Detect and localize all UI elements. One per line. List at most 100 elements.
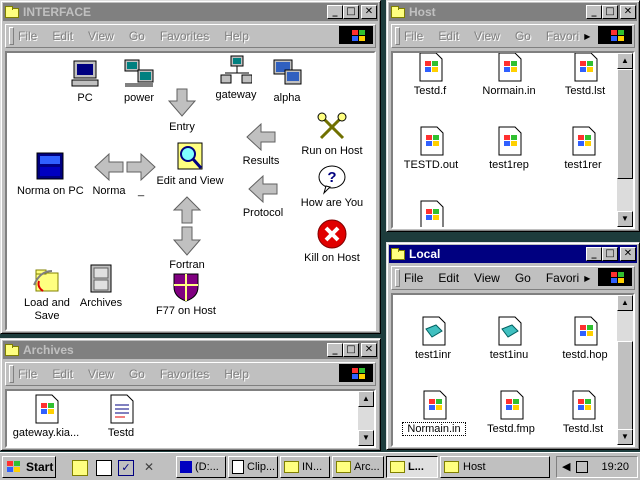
folder-transfer-icon — [33, 269, 59, 292]
file-item-selected[interactable]: Normain.in — [402, 389, 466, 436]
minimize-button[interactable]: _ — [586, 247, 602, 261]
menu-help[interactable]: Help — [224, 29, 249, 43]
scroll-down-button[interactable]: ▼ — [617, 429, 633, 445]
taskbar-item-interface[interactable]: IN... — [280, 456, 330, 478]
menu-file[interactable]: File — [18, 367, 37, 381]
archives-shortcut[interactable]: Archives — [75, 263, 127, 309]
menu-go[interactable]: Go — [129, 29, 145, 43]
maximize-button[interactable]: □ — [343, 343, 359, 357]
menu-file[interactable]: File — [404, 29, 423, 43]
file-item[interactable]: test1inu — [485, 315, 533, 361]
data-file-icon — [422, 316, 446, 346]
menu-view[interactable]: View — [88, 29, 114, 43]
file-item[interactable]: testd.hop — [557, 315, 613, 361]
taskbar-item-archives[interactable]: Arc... — [332, 456, 384, 478]
close-button[interactable]: ✕ — [620, 5, 636, 19]
protocol-shortcut[interactable]: Protocol — [237, 173, 289, 219]
gateway-shortcut[interactable]: gateway — [213, 55, 259, 101]
run-on-host-shortcut[interactable]: Run on Host — [297, 111, 367, 157]
minimize-button[interactable]: _ — [586, 5, 602, 19]
local-titlebar[interactable]: Local _ □ ✕ — [389, 245, 637, 263]
interface-titlebar[interactable]: INTERFACE _ □ ✕ — [3, 3, 378, 21]
archives-titlebar[interactable]: Archives _ □ ✕ — [3, 341, 378, 359]
file-item[interactable]: test1inr — [409, 315, 457, 361]
scroll-up-button[interactable]: ▲ — [617, 53, 633, 69]
file-item[interactable] — [415, 199, 447, 227]
file-item[interactable]: Normain.in — [479, 53, 539, 97]
maximize-button[interactable]: □ — [602, 247, 618, 261]
menu-view[interactable]: View — [474, 271, 500, 285]
edit-and-view-shortcut[interactable]: Edit and View — [155, 141, 225, 187]
close-button[interactable]: ✕ — [361, 5, 377, 19]
menu-favorites[interactable]: Favori — [546, 271, 579, 285]
taskbar-item-local[interactable]: L... — [386, 456, 438, 478]
file-item[interactable]: TESTD.out — [399, 125, 463, 171]
check-icon[interactable]: ✓ — [118, 460, 134, 476]
scroll-up-button[interactable]: ▲ — [617, 295, 633, 311]
minimize-button[interactable]: _ — [327, 343, 343, 357]
results-shortcut[interactable]: Results — [237, 121, 285, 167]
menu-favorites[interactable]: Favorites — [160, 29, 209, 43]
maximize-button[interactable]: □ — [602, 5, 618, 19]
menu-favorites[interactable]: Favori — [546, 29, 579, 43]
vertical-scrollbar[interactable]: ▲ ▼ — [617, 295, 633, 445]
menu-edit[interactable]: Edit — [52, 367, 73, 381]
file-item[interactable]: Testd.fmp — [483, 389, 539, 435]
taskbar-item-drive-d[interactable]: (D:... — [176, 456, 226, 478]
menu-edit[interactable]: Edit — [438, 271, 459, 285]
taskbar-item-clip[interactable]: Clip... — [228, 456, 278, 478]
power-shortcut[interactable]: power — [119, 58, 159, 104]
file-item[interactable]: Testd.lst — [557, 53, 613, 97]
entry-shortcut[interactable]: Entry — [162, 87, 202, 133]
network-tray-icon[interactable] — [576, 461, 588, 473]
minimize-button[interactable]: _ — [327, 5, 343, 19]
vertical-scrollbar[interactable]: ▲ ▼ — [617, 53, 633, 227]
menu-file[interactable]: File — [404, 271, 423, 285]
menu-help[interactable]: Help — [224, 367, 249, 381]
file-item[interactable]: test1rep — [481, 125, 537, 171]
scroll-thumb[interactable] — [617, 69, 633, 179]
tools-icon[interactable]: ✕ — [142, 460, 156, 474]
kill-on-host-shortcut[interactable]: Kill on Host — [299, 218, 365, 264]
menu-go[interactable]: Go — [515, 29, 531, 43]
clock[interactable]: 19:20 — [601, 461, 629, 473]
windows-logo-icon — [339, 26, 373, 44]
menu-file[interactable]: File — [18, 29, 37, 43]
load-and-save-shortcut[interactable]: Load and Save — [17, 263, 77, 323]
close-button[interactable]: ✕ — [361, 343, 377, 357]
file-item[interactable]: Testd.lst — [557, 389, 609, 435]
menu-edit[interactable]: Edit — [52, 29, 73, 43]
vertical-scrollbar[interactable]: ▲ ▼ — [358, 391, 374, 446]
speaker-icon[interactable]: ◀ — [562, 460, 570, 473]
scroll-thumb[interactable] — [617, 341, 633, 433]
norma-on-pc-shortcut[interactable]: Norma on PC — [17, 151, 84, 197]
scroll-down-button[interactable]: ▼ — [358, 430, 374, 446]
pc-shortcut[interactable]: PC — [65, 58, 105, 104]
menu-go[interactable]: Go — [129, 367, 145, 381]
notepad-icon[interactable] — [96, 460, 112, 476]
alpha-shortcut[interactable]: alpha — [267, 58, 307, 104]
menu-edit[interactable]: Edit — [438, 29, 459, 43]
close-button[interactable]: ✕ — [620, 247, 636, 261]
fortran-shortcut[interactable]: Fortran — [167, 195, 207, 271]
menu-favorites[interactable]: Favorites — [160, 367, 209, 381]
menu-go[interactable]: Go — [515, 271, 531, 285]
menu-overflow-icon[interactable]: ▶ — [584, 274, 590, 283]
file-item[interactable]: test1rer — [557, 125, 609, 171]
menu-view[interactable]: View — [88, 367, 114, 381]
file-item[interactable]: Testd.f — [405, 53, 455, 97]
scroll-up-button[interactable]: ▲ — [358, 391, 374, 407]
menu-view[interactable]: View — [474, 29, 500, 43]
menu-overflow-icon[interactable]: ▶ — [584, 32, 590, 41]
local-content: test1inr test1inu testd.hop Normain.in T… — [391, 293, 635, 447]
desktop-icon[interactable] — [72, 460, 88, 476]
taskbar-item-host[interactable]: Host — [440, 456, 550, 478]
start-button[interactable]: Start — [2, 456, 56, 478]
file-item[interactable]: gateway.kia... — [11, 393, 81, 439]
f77-on-host-shortcut[interactable]: F77 on Host — [153, 271, 219, 317]
how-are-you-shortcut[interactable]: ? How are You — [299, 163, 365, 209]
host-titlebar[interactable]: Host _ □ ✕ — [389, 3, 637, 21]
maximize-button[interactable]: □ — [343, 5, 359, 19]
file-item[interactable]: Testd — [101, 393, 141, 439]
scroll-down-button[interactable]: ▼ — [617, 211, 633, 227]
